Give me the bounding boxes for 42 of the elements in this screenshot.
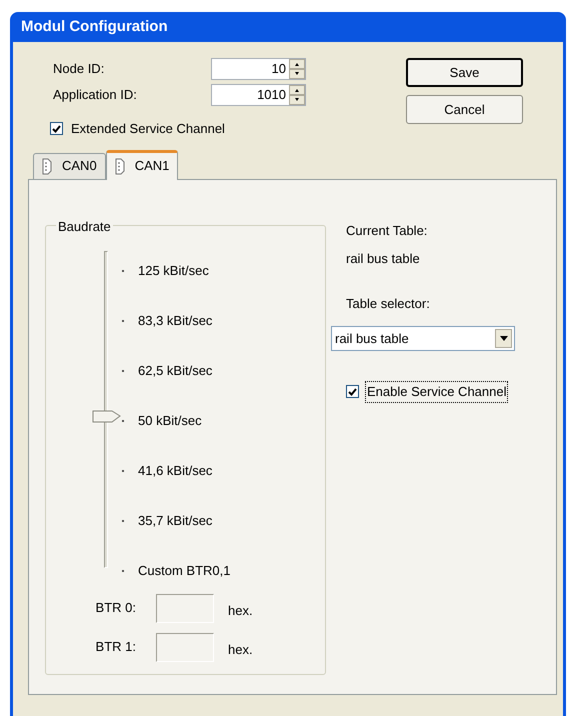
field-label: BTR 0: — [94, 599, 137, 618]
tick-mark — [122, 520, 124, 522]
current-table-value: rail bus table — [346, 250, 421, 268]
baudrate-option: 62,5 kBit/sec — [138, 360, 212, 380]
input-field[interactable] — [156, 594, 214, 622]
unit-label: hex. — [228, 641, 253, 660]
tab[interactable]: CAN0 — [33, 152, 106, 178]
tick-mark — [122, 470, 124, 472]
tick-mark — [122, 370, 124, 372]
field-label: Application ID: — [53, 86, 138, 104]
connector-icon — [42, 158, 52, 174]
checkbox[interactable] — [50, 122, 63, 136]
tick-mark — [122, 270, 124, 272]
connector-icon — [114, 158, 125, 174]
checkbox-label: Extended Service Channel — [71, 120, 225, 138]
baudrate-option: 125 kBit/sec — [138, 260, 209, 280]
tick-mark — [122, 420, 124, 422]
baudrate-option: 50 kBit/sec — [138, 410, 202, 430]
checkbox[interactable] — [346, 385, 359, 398]
spin-box[interactable]: 10 — [211, 58, 306, 80]
baudrate-option: 41,6 kBit/sec — [138, 460, 212, 480]
tab[interactable]: CAN1 — [106, 150, 178, 180]
field-label: Node ID: — [53, 60, 106, 78]
table-dropdown[interactable]: rail bus table — [331, 326, 515, 351]
dialog-button[interactable]: Save — [406, 58, 523, 87]
baudrate-option: 83,3 kBit/sec — [138, 310, 212, 330]
tick-mark — [122, 320, 124, 322]
unit-label: hex. — [228, 602, 253, 620]
spin-arrows-icon[interactable] — [289, 85, 305, 105]
baudrate-option: Custom BTR0,1 — [138, 560, 230, 580]
slider-thumb[interactable] — [92, 410, 122, 422]
window-title: Modul Configuration — [21, 16, 168, 37]
table-selector-label: Table selector: — [346, 294, 431, 312]
field-label: BTR 1: — [94, 638, 137, 656]
spin-box[interactable]: 1010 — [211, 84, 306, 106]
input-field[interactable] — [156, 632, 214, 662]
dialog-button[interactable]: Cancel — [406, 95, 523, 124]
tick-mark — [122, 570, 124, 572]
spin-arrows-icon[interactable] — [289, 59, 305, 79]
baudrate-option: 35,7 kBit/sec — [138, 510, 212, 530]
current-table-label: Current Table: — [346, 222, 428, 240]
checkbox-label: Enable Service Channel — [365, 381, 508, 402]
